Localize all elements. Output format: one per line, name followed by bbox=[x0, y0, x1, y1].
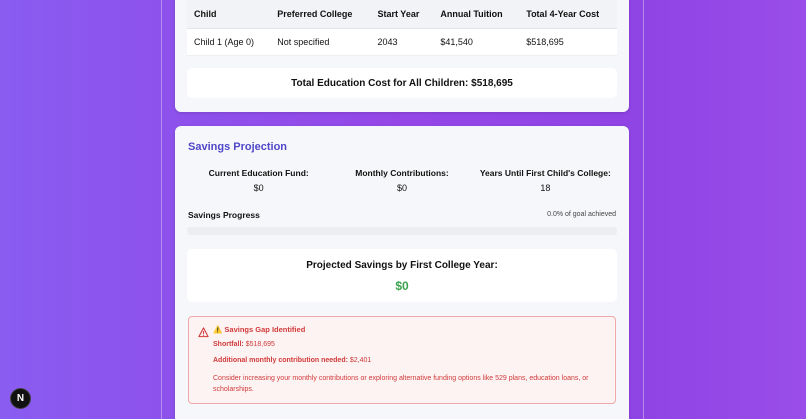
savings-stats: Current Education Fund: $0 Monthly Contr… bbox=[187, 168, 617, 193]
gap-alert-title: ⚠️ Savings Gap Identified bbox=[213, 325, 306, 334]
projected-savings-box: Projected Savings by First College Year:… bbox=[187, 249, 617, 302]
projected-savings-value: $0 bbox=[395, 279, 409, 293]
nextjs-dev-badge[interactable]: N bbox=[10, 388, 31, 409]
stat-label: Years Until First Child's College: bbox=[479, 168, 611, 178]
layout-guide-left bbox=[161, 0, 162, 419]
column-header-start-year: Start Year bbox=[370, 0, 434, 29]
projected-savings-label: Projected Savings by First College Year: bbox=[306, 260, 498, 271]
education-cost-table: Child Preferred College Start Year Annua… bbox=[187, 0, 617, 56]
cell-annual-tuition: $41,540 bbox=[433, 28, 520, 56]
stat-value: $0 bbox=[253, 183, 264, 193]
column-header-child: Child bbox=[187, 0, 271, 29]
monthly-needed-value: $2,401 bbox=[349, 357, 372, 364]
stat-years-until-college: Years Until First Child's College: 18 bbox=[474, 168, 617, 193]
savings-gap-alert: ⚠️ Savings Gap Identified Shortfall: $51… bbox=[188, 316, 616, 404]
monthly-needed-label: Additional monthly contribution needed: bbox=[213, 357, 348, 364]
column-header-annual-tuition: Annual Tuition bbox=[433, 0, 520, 29]
stat-label: Current Education Fund: bbox=[208, 168, 309, 178]
shortfall-label: Shortfall: bbox=[213, 341, 244, 348]
stat-current-fund: Current Education Fund: $0 bbox=[187, 168, 330, 193]
column-header-total-cost: Total 4-Year Cost bbox=[519, 0, 617, 29]
cell-start-year: 2043 bbox=[370, 28, 434, 56]
gap-advice-text: Consider increasing your monthly contrib… bbox=[213, 375, 589, 393]
stat-value: 18 bbox=[540, 183, 551, 193]
stat-value: $0 bbox=[396, 183, 407, 193]
layout-guide-right bbox=[643, 0, 644, 419]
cell-child: Child 1 (Age 0) bbox=[187, 28, 271, 56]
cell-college: Not specified bbox=[270, 28, 371, 56]
savings-projection-card: Savings Projection Current Education Fun… bbox=[175, 126, 629, 419]
gap-shortfall: Shortfall: $518,695 bbox=[213, 341, 275, 348]
progress-percent-text: 0.0% of goal achieved bbox=[547, 211, 616, 218]
cell-total-cost: $518,695 bbox=[519, 28, 617, 56]
warning-triangle-icon bbox=[198, 325, 209, 338]
table-header-row: Child Preferred College Start Year Annua… bbox=[187, 0, 617, 29]
shortfall-value: $518,695 bbox=[245, 341, 275, 348]
table-row: Child 1 (Age 0) Not specified 2043 $41,5… bbox=[187, 28, 617, 56]
stat-label: Monthly Contributions: bbox=[355, 168, 449, 178]
section-title: Savings Projection bbox=[188, 141, 288, 153]
column-header-college: Preferred College bbox=[270, 0, 371, 29]
gap-monthly-needed: Additional monthly contribution needed: … bbox=[213, 357, 371, 364]
progress-label: Savings Progress bbox=[188, 210, 260, 220]
stat-monthly-contributions: Monthly Contributions: $0 bbox=[330, 168, 473, 193]
total-cost-summary: Total Education Cost for All Children: $… bbox=[187, 68, 617, 98]
education-cost-card: Child Preferred College Start Year Annua… bbox=[175, 0, 629, 112]
savings-progress-bar bbox=[187, 227, 617, 235]
